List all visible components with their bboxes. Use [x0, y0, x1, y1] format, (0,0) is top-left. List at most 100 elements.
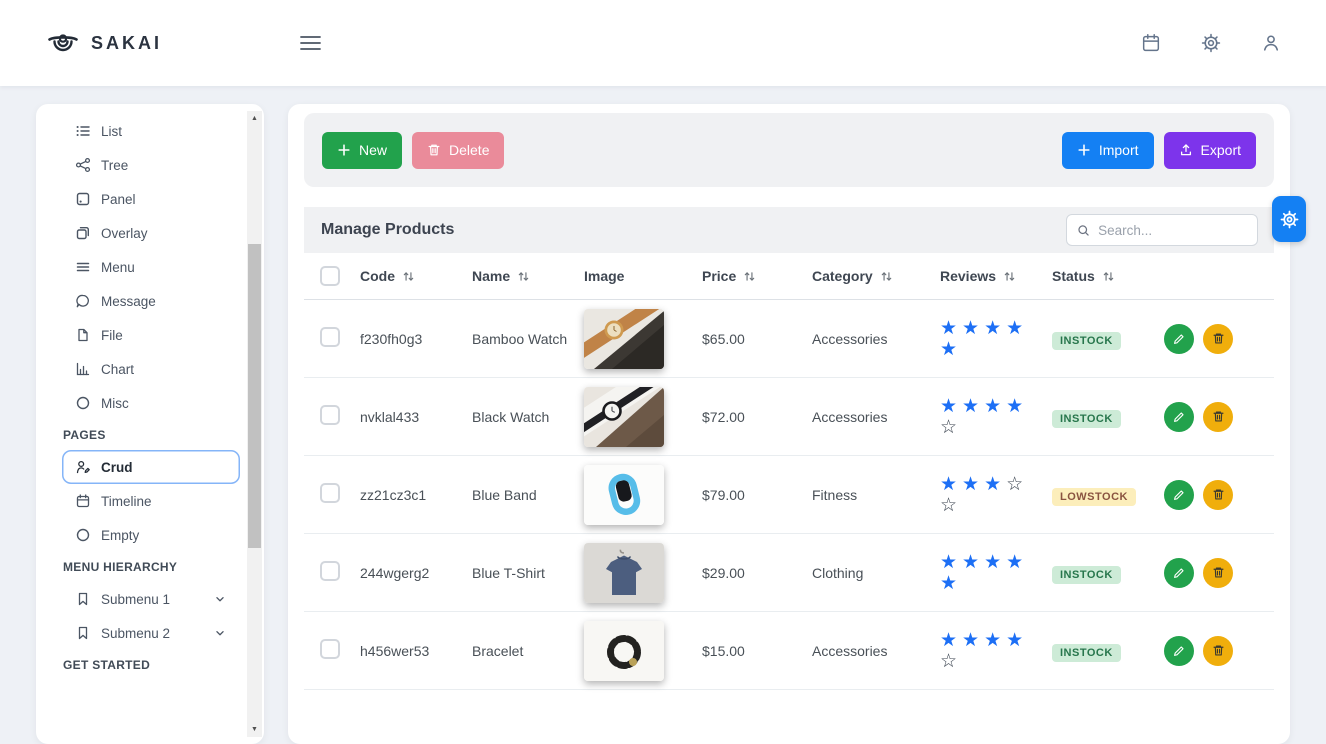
rating[interactable]: ★★★★☆: [940, 396, 1040, 438]
list-icon: [75, 123, 91, 139]
star-filled-icon[interactable]: ★: [940, 339, 957, 360]
calendar-button[interactable]: [1136, 28, 1166, 58]
star-empty-icon[interactable]: ☆: [940, 495, 957, 516]
status-badge: INSTOCK: [1052, 566, 1121, 584]
star-filled-icon[interactable]: ★: [984, 396, 1001, 417]
star-filled-icon[interactable]: ★: [984, 318, 1001, 339]
column-header-price[interactable]: Price: [690, 268, 800, 284]
product-image-bracelet: [584, 621, 664, 681]
sidebar-item-chart[interactable]: Chart: [62, 352, 240, 386]
layout-config-button[interactable]: [1272, 196, 1306, 242]
edit-row-button[interactable]: [1164, 324, 1194, 354]
pencil-icon: [1172, 410, 1186, 424]
sort-icon: [880, 270, 893, 283]
profile-button[interactable]: [1256, 28, 1286, 58]
star-filled-icon[interactable]: ★: [940, 474, 957, 495]
star-filled-icon[interactable]: ★: [984, 474, 1001, 495]
delete-row-button[interactable]: [1203, 558, 1233, 588]
edit-row-button[interactable]: [1164, 558, 1194, 588]
column-header-category[interactable]: Category: [800, 268, 928, 284]
delete-row-button[interactable]: [1203, 636, 1233, 666]
new-button[interactable]: New: [322, 132, 402, 169]
row-checkbox[interactable]: [320, 405, 340, 425]
star-filled-icon[interactable]: ★: [940, 318, 957, 339]
delete-row-button[interactable]: [1203, 480, 1233, 510]
select-all-checkbox[interactable]: [320, 266, 340, 286]
product-image-blue-t-shirt: [584, 543, 664, 603]
delete-button[interactable]: Delete: [412, 132, 504, 169]
scrollbar-up-arrow[interactable]: ▲: [247, 111, 262, 126]
sidebar-section-pages: PAGES: [62, 420, 240, 450]
rating[interactable]: ★★★★★: [940, 318, 1040, 360]
rating[interactable]: ★★★★☆: [940, 630, 1040, 672]
sidebar-item-crud[interactable]: Crud: [62, 450, 240, 484]
app-logo[interactable]: SAKAI: [46, 0, 162, 86]
sidebar-item-misc[interactable]: Misc: [62, 386, 240, 420]
sidebar-item-submenu-2[interactable]: Submenu 2: [62, 616, 240, 650]
star-filled-icon[interactable]: ★: [984, 630, 1001, 651]
panel-icon: [75, 191, 91, 207]
star-filled-icon[interactable]: ★: [962, 552, 979, 573]
row-checkbox[interactable]: [320, 561, 340, 581]
sidebar-item-message[interactable]: Message: [62, 284, 240, 318]
column-header-code[interactable]: Code: [348, 268, 460, 284]
star-filled-icon[interactable]: ★: [962, 474, 979, 495]
star-filled-icon[interactable]: ★: [1006, 396, 1023, 417]
sidebar-item-label: Panel: [101, 192, 136, 207]
scrollbar-down-arrow[interactable]: ▼: [247, 722, 262, 737]
sidebar-item-label: Submenu 2: [101, 626, 170, 641]
star-filled-icon[interactable]: ★: [940, 396, 957, 417]
edit-row-button[interactable]: [1164, 636, 1194, 666]
rating[interactable]: ★★★★★: [940, 552, 1040, 594]
rating[interactable]: ★★★☆☆: [940, 474, 1040, 516]
export-button-label: Export: [1201, 142, 1241, 158]
column-label: Category: [812, 268, 873, 284]
sidebar-item-timeline[interactable]: Timeline: [62, 484, 240, 518]
sidebar-item-file[interactable]: File: [62, 318, 240, 352]
delete-row-button[interactable]: [1203, 402, 1233, 432]
sidebar-item-label: Crud: [101, 460, 133, 475]
settings-button[interactable]: [1196, 28, 1226, 58]
star-filled-icon[interactable]: ★: [940, 630, 957, 651]
sidebar-item-panel[interactable]: Panel: [62, 182, 240, 216]
row-checkbox[interactable]: [320, 639, 340, 659]
star-filled-icon[interactable]: ★: [1006, 630, 1023, 651]
star-filled-icon[interactable]: ★: [940, 552, 957, 573]
star-filled-icon[interactable]: ★: [1006, 552, 1023, 573]
sidebar-item-submenu-1[interactable]: Submenu 1: [62, 582, 240, 616]
row-checkbox[interactable]: [320, 483, 340, 503]
star-filled-icon[interactable]: ★: [1006, 318, 1023, 339]
gear-icon: [1279, 209, 1300, 230]
star-empty-icon[interactable]: ☆: [940, 651, 957, 672]
star-filled-icon[interactable]: ★: [984, 552, 1001, 573]
sidebar-item-tree[interactable]: Tree: [62, 148, 240, 182]
sidebar-scrollbar[interactable]: ▲ ▼: [247, 111, 262, 737]
search-input[interactable]: [1098, 223, 1247, 238]
import-button[interactable]: Import: [1062, 132, 1154, 169]
star-filled-icon[interactable]: ★: [962, 318, 979, 339]
edit-row-button[interactable]: [1164, 480, 1194, 510]
column-header-reviews[interactable]: Reviews: [928, 268, 1040, 284]
sidebar-item-menu[interactable]: Menu: [62, 250, 240, 284]
sidebar-item-overlay[interactable]: Overlay: [62, 216, 240, 250]
delete-row-button[interactable]: [1203, 324, 1233, 354]
star-empty-icon[interactable]: ☆: [940, 417, 957, 438]
scrollbar-thumb[interactable]: [248, 244, 261, 548]
column-header-status[interactable]: Status: [1040, 268, 1150, 284]
sort-icon: [517, 270, 530, 283]
star-filled-icon[interactable]: ★: [940, 573, 957, 594]
column-label: Image: [584, 268, 624, 284]
menu-toggle-button[interactable]: [300, 0, 321, 86]
row-checkbox[interactable]: [320, 327, 340, 347]
star-filled-icon[interactable]: ★: [962, 630, 979, 651]
star-filled-icon[interactable]: ★: [962, 396, 979, 417]
sidebar-item-list[interactable]: List: [62, 114, 240, 148]
edit-row-button[interactable]: [1164, 402, 1194, 432]
table-row: f230fh0g3 Bamboo Watch $65.00 Accessorie…: [304, 300, 1274, 378]
sidebar-item-empty[interactable]: Empty: [62, 518, 240, 552]
sidebar-item-label: List: [101, 124, 122, 139]
star-empty-icon[interactable]: ☆: [1006, 474, 1023, 495]
export-button[interactable]: Export: [1164, 132, 1256, 169]
chevron-down-icon: [213, 626, 227, 640]
column-header-name[interactable]: Name: [460, 268, 572, 284]
